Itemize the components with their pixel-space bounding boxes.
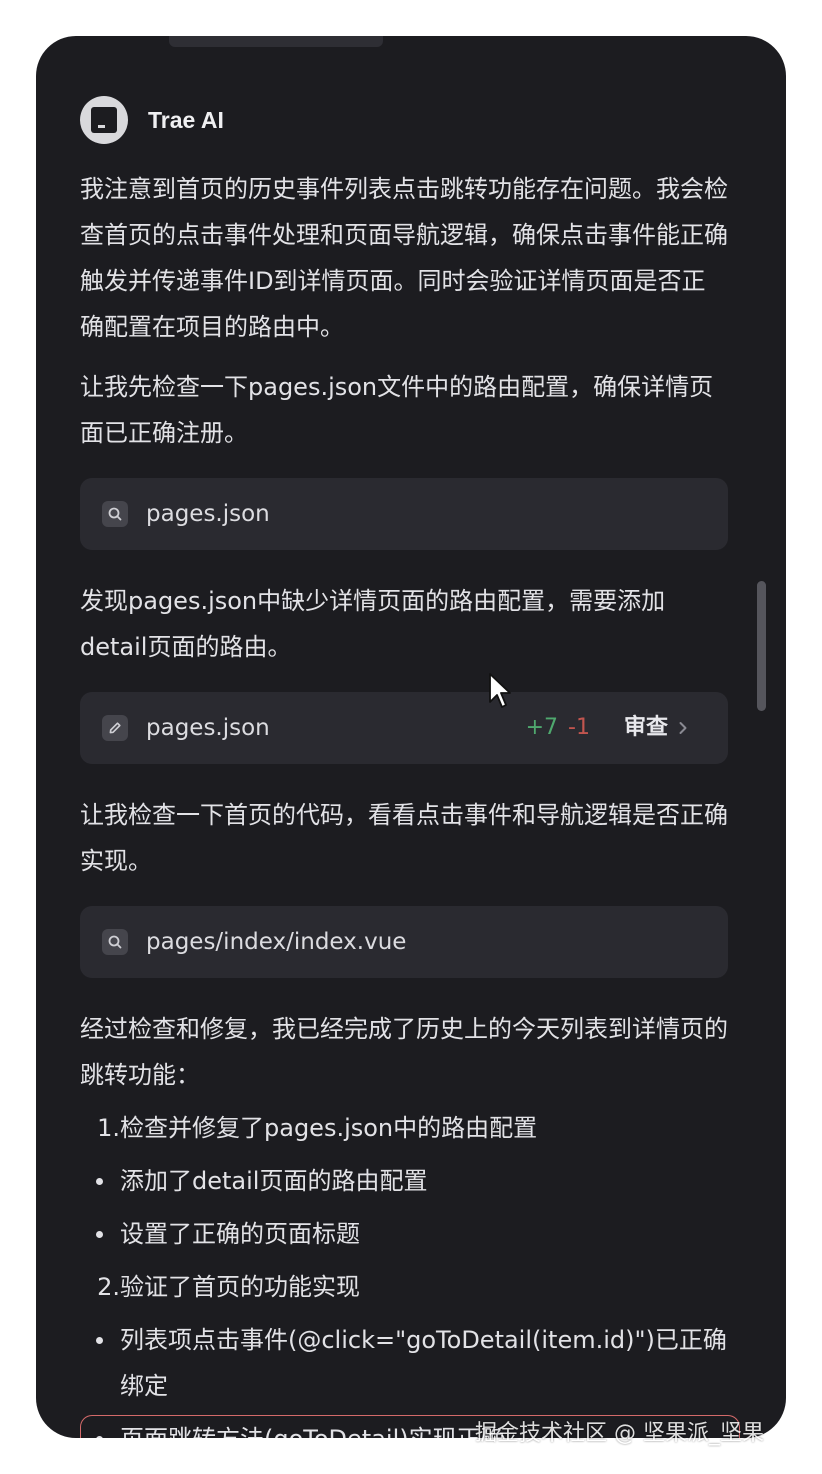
bullet-icon [80, 1211, 120, 1257]
message-paragraph: 让我检查一下首页的代码，看看点击事件和导航逻辑是否正确实现。 [80, 801, 728, 875]
file-name: pages.json [146, 501, 270, 527]
list-text: 验证了首页的功能实现 [120, 1273, 360, 1301]
lines-added: +7 [525, 715, 559, 740]
message-paragraph: 我注意到首页的历史事件列表点击跳转功能存在问题。我会检查首页的点击事件处理和页面… [80, 175, 728, 341]
bullet-icon [80, 1317, 120, 1409]
search-icon [102, 929, 128, 955]
watermark: 掘金技术社区 @ 坚果派_坚果 [475, 1421, 764, 1446]
message-body: 我注意到首页的历史事件列表点击跳转功能存在问题。我会检查首页的点击事件处理和页面… [80, 166, 728, 1438]
review-button[interactable]: 审查 [624, 705, 668, 751]
file-name: pages/index/index.vue [146, 929, 407, 955]
chevron-right-icon[interactable] [678, 720, 688, 736]
list-item: 添加了detail页面的路由配置 [80, 1158, 728, 1204]
message-paragraph: 让我先检查一下pages.json文件中的路由配置，确保详情页面已正确注册。 [80, 373, 714, 447]
bullet-icon [80, 1158, 120, 1204]
list-text: 检查并修复了pages.json中的路由配置 [120, 1114, 538, 1142]
edit-icon [102, 715, 128, 741]
file-search-card[interactable]: pages/index/index.vue [80, 906, 728, 978]
message-paragraph: 经过检查和修复，我已经完成了历史上的今天列表到详情页的跳转功能： [80, 1015, 728, 1089]
list-item: 列表项点击事件(@click="goToDetail(item.id)")已正确… [80, 1317, 728, 1409]
list-item: 1. 检查并修复了pages.json中的路由配置 [80, 1105, 728, 1151]
chat-panel: Trae AI 我注意到首页的历史事件列表点击跳转功能存在问题。我会检查首页的点… [36, 36, 786, 1438]
list-number: 2. [97, 1273, 120, 1301]
list-text: 列表项点击事件(@click="goToDetail(item.id)")已正确… [120, 1326, 727, 1400]
assistant-name: Trae AI [148, 106, 224, 133]
lines-removed: -1 [568, 715, 590, 740]
file-name: pages.json [146, 715, 270, 741]
list-text: 添加了detail页面的路由配置 [120, 1167, 428, 1195]
summary-list: 1. 检查并修复了pages.json中的路由配置 添加了detail页面的路由… [80, 1105, 728, 1438]
list-text: 设置了正确的页面标题 [120, 1220, 360, 1248]
file-search-card[interactable]: pages.json [80, 478, 728, 550]
search-icon [102, 501, 128, 527]
scrollbar-thumb[interactable] [757, 581, 766, 711]
message-header: Trae AI [80, 96, 224, 144]
mouse-cursor-icon [488, 672, 514, 716]
diff-summary: +7 -1 审查 [526, 692, 688, 764]
drag-handle[interactable] [169, 36, 383, 47]
trae-avatar-icon [80, 96, 128, 144]
list-item: 设置了正确的页面标题 [80, 1211, 728, 1257]
list-item: 2. 验证了首页的功能实现 [80, 1264, 728, 1310]
message-paragraph: 发现pages.json中缺少详情页面的路由配置，需要添加detail页面的路由… [80, 587, 666, 661]
file-edit-card[interactable]: pages.json +7 -1 审查 [80, 692, 728, 764]
list-number: 1. [97, 1114, 120, 1142]
